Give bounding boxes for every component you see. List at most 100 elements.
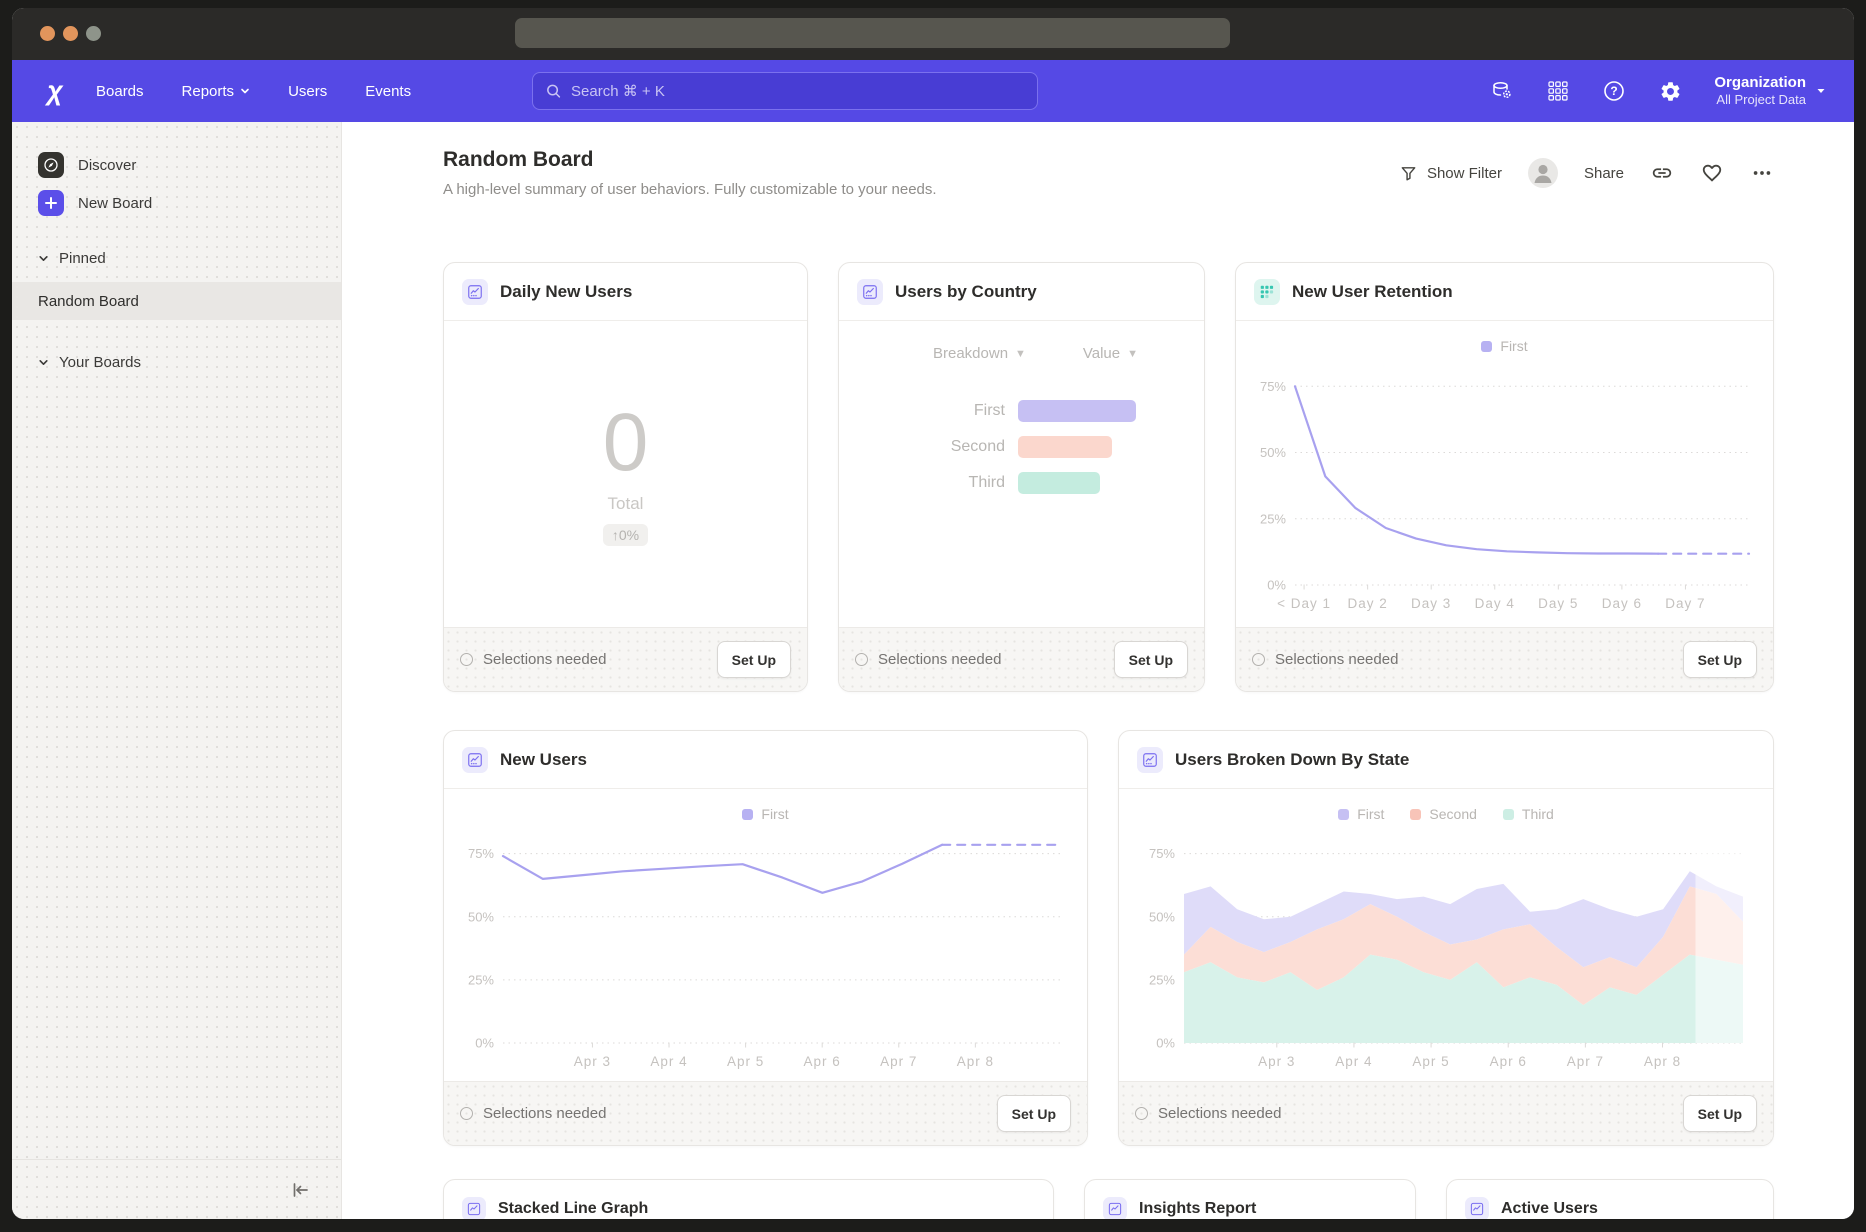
section-label: Your Boards xyxy=(59,354,141,371)
card-new-users: New Users First 75%50%25%0%Apr 3Apr 4Apr … xyxy=(443,730,1088,1146)
more-options-icon[interactable] xyxy=(1750,161,1774,185)
window-close-button[interactable] xyxy=(40,26,55,41)
settings-gear-icon[interactable] xyxy=(1658,79,1682,103)
nav-item-reports[interactable]: Reports xyxy=(182,83,251,100)
svg-text:0%: 0% xyxy=(1156,1036,1175,1051)
avatar[interactable] xyxy=(1528,158,1558,188)
chevron-down-icon xyxy=(38,357,49,368)
metric-value: 0 xyxy=(603,402,649,484)
sidebar-item-new-board[interactable]: New Board xyxy=(12,184,341,222)
legend-label: Third xyxy=(1522,806,1554,822)
data-management-icon[interactable] xyxy=(1490,79,1514,103)
card-footer: Selections needed Set Up xyxy=(444,627,807,691)
card-title: Users by Country xyxy=(895,282,1037,302)
svg-text:Day 4: Day 4 xyxy=(1474,596,1514,611)
status-badge: Selections needed xyxy=(1135,1105,1281,1122)
legend-entry[interactable]: First xyxy=(1481,338,1527,354)
set-up-button[interactable]: Set Up xyxy=(1683,641,1757,678)
set-up-button[interactable]: Set Up xyxy=(1114,641,1188,678)
chart-legend: First Second Third xyxy=(1338,805,1554,823)
show-filter-button[interactable]: Show Filter xyxy=(1399,164,1502,183)
retention-grid-icon xyxy=(1254,279,1280,305)
legend-entry[interactable]: First xyxy=(1338,806,1384,822)
chevron-down-icon xyxy=(240,86,250,96)
share-button[interactable]: Share xyxy=(1584,165,1624,182)
sidebar-item-label: Discover xyxy=(78,157,136,174)
status-label: Selections needed xyxy=(483,1105,606,1122)
card-header: Daily New Users xyxy=(444,263,807,321)
global-search[interactable] xyxy=(532,72,1038,110)
svg-text:Day 6: Day 6 xyxy=(1601,596,1641,611)
window-minimize-button[interactable] xyxy=(63,26,78,41)
top-navbar: χ Boards Reports Users Events xyxy=(12,60,1854,122)
collapse-sidebar-button[interactable] xyxy=(289,1179,311,1201)
breakdown-rows: FirstSecondThird xyxy=(863,400,1180,494)
sidebar-footer xyxy=(12,1159,341,1219)
copy-link-icon[interactable] xyxy=(1650,161,1674,185)
set-up-button[interactable]: Set Up xyxy=(997,1095,1071,1132)
card-footer: Selections needed Set Up xyxy=(1119,1081,1773,1145)
legend-label: First xyxy=(1500,338,1527,354)
legend-label: First xyxy=(1357,806,1384,822)
svg-text:Apr 5: Apr 5 xyxy=(1412,1054,1449,1069)
navbar-right: ? Organization All Project Data xyxy=(1490,60,1826,122)
set-up-button[interactable]: Set Up xyxy=(1683,1095,1757,1132)
sidebar-section-pinned[interactable]: Pinned xyxy=(12,242,341,274)
favorite-heart-icon[interactable] xyxy=(1700,161,1724,185)
mixpanel-logo-icon[interactable]: χ xyxy=(40,76,70,106)
svg-text:25%: 25% xyxy=(1259,511,1285,526)
card-header: New User Retention xyxy=(1236,263,1773,321)
status-circle-icon xyxy=(855,653,868,666)
legend-entry[interactable]: First xyxy=(742,806,788,822)
nav-item-boards[interactable]: Boards xyxy=(96,83,144,100)
breakdown-row: Second xyxy=(863,436,1180,458)
chart-body: First 75%50%25%0%< Day 1Day 2Day 3Day 4Da… xyxy=(1236,321,1773,627)
org-scope: All Project Data xyxy=(1714,92,1806,108)
sidebar-item-discover[interactable]: Discover xyxy=(12,146,341,184)
card-users-by-country: Users by Country Breakdown ▼ Value ▼ xyxy=(838,262,1205,692)
apps-grid-icon[interactable] xyxy=(1546,79,1570,103)
window-titlebar xyxy=(12,8,1854,60)
set-up-button[interactable]: Set Up xyxy=(717,641,791,678)
svg-text:25%: 25% xyxy=(1148,972,1174,987)
sidebar-section-your-boards[interactable]: Your Boards xyxy=(12,346,341,378)
breakdown-dropdown[interactable]: Breakdown ▼ xyxy=(933,345,1026,362)
nav-item-users[interactable]: Users xyxy=(288,83,327,100)
card-footer: Selections needed Set Up xyxy=(839,627,1204,691)
svg-text:Apr 8: Apr 8 xyxy=(1643,1054,1680,1069)
chart-legend: First xyxy=(1481,337,1527,355)
breakdown-bar xyxy=(1018,472,1100,494)
funnel-icon xyxy=(1399,164,1418,183)
value-dropdown[interactable]: Value ▼ xyxy=(1083,345,1138,362)
state-chart-svg: 75%50%25%0%Apr 3Apr 4Apr 5Apr 6Apr 7Apr … xyxy=(1134,833,1759,1073)
svg-text:Apr 4: Apr 4 xyxy=(1335,1054,1372,1069)
sidebar-item-random-board[interactable]: Random Board xyxy=(12,282,341,320)
org-switcher[interactable]: Organization All Project Data xyxy=(1714,74,1826,108)
status-label: Selections needed xyxy=(483,651,606,668)
window-controls xyxy=(40,26,101,41)
card-stacked-line-graph: Stacked Line Graph xyxy=(443,1179,1054,1219)
window-zoom-button[interactable] xyxy=(86,26,101,41)
card-title: Daily New Users xyxy=(500,282,632,302)
page-subtitle: A high-level summary of user behaviors. … xyxy=(443,181,937,198)
svg-text:75%: 75% xyxy=(1148,846,1174,861)
card-users-by-state: Users Broken Down By State First Second Th… xyxy=(1118,730,1774,1146)
legend-entry[interactable]: Second xyxy=(1410,806,1476,822)
status-circle-icon xyxy=(460,653,473,666)
search-input[interactable] xyxy=(571,83,1025,100)
legend-entry[interactable]: Third xyxy=(1503,806,1554,822)
svg-text:Apr 3: Apr 3 xyxy=(1258,1054,1295,1069)
breakdown-bar xyxy=(1018,400,1136,422)
new-users-chart-svg: 75%50%25%0%Apr 3Apr 4Apr 5Apr 6Apr 7Apr … xyxy=(453,833,1078,1073)
board-content: Random Board A high-level summary of use… xyxy=(342,122,1854,1219)
nav-item-label: Events xyxy=(365,83,411,100)
nav-item-events[interactable]: Events xyxy=(365,83,411,100)
help-icon[interactable]: ? xyxy=(1602,79,1626,103)
card-title: New Users xyxy=(500,750,587,770)
card-new-user-retention: New User Retention First 75%50%25%0%< Day… xyxy=(1235,262,1774,692)
svg-text:50%: 50% xyxy=(468,909,494,924)
svg-text:Apr 5: Apr 5 xyxy=(727,1054,764,1069)
browser-address-bar[interactable] xyxy=(515,18,1230,48)
card-title: Users Broken Down By State xyxy=(1175,750,1409,770)
retention-chart-svg: 75%50%25%0%< Day 1Day 2Day 3Day 4Day 5Da… xyxy=(1245,365,1765,615)
